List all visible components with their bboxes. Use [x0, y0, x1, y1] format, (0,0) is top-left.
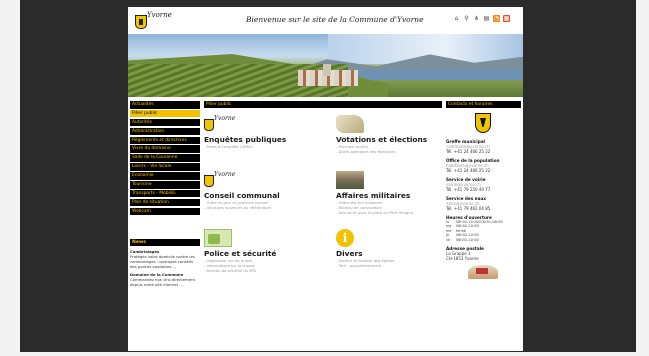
- main-navigation: Actualités Pilier public Autorités Administ…: [130, 101, 200, 217]
- crest-icon: [204, 119, 214, 131]
- print-icon[interactable]: ▤: [483, 15, 490, 22]
- nav-item[interactable]: Pilier public: [130, 109, 200, 118]
- news-item[interactable]: Domaine de la Commune Commandez nos vins …: [130, 272, 200, 287]
- home-icon[interactable]: ⌂: [453, 15, 460, 22]
- sitemap-icon[interactable]: ⋔: [473, 15, 480, 22]
- card-title-link[interactable]: Police et sécurité: [204, 249, 276, 258]
- card-title-link[interactable]: Votations et élections: [336, 135, 427, 144]
- contact-phone: Tél. +41 24 466 25 22: [446, 149, 491, 154]
- contact-section: Office de la population habitants@yvorne.…: [446, 158, 521, 173]
- news-item-text: Protégez votre domicile contre les cambr…: [130, 254, 195, 269]
- nav-item[interactable]: Salle de la Couronne: [130, 154, 200, 162]
- banner-castle: [323, 64, 331, 76]
- yvorne-logo-icon[interactable]: Yvorne: [204, 171, 236, 189]
- breadcrumb: Pilier public: [204, 101, 442, 108]
- news-item[interactable]: Cambriolages Protégez votre domicile cont…: [130, 249, 200, 269]
- nav-item[interactable]: Loisirs - Vie locale: [130, 163, 200, 171]
- crest-icon: [135, 15, 147, 29]
- card-links: - Législation sur les armes - Information…: [204, 259, 276, 274]
- contact-sections: Greffe municipal commune@yvorne.ch Tél. +4…: [446, 139, 521, 211]
- nav-item[interactable]: Actualités: [130, 101, 200, 109]
- contact-section: Service de voirie voirie@yvorne.ch Tél. +4…: [446, 177, 521, 192]
- map-icon[interactable]: ▦: [503, 15, 510, 22]
- news-box: News Cambriolages Protégez votre domicile…: [130, 239, 200, 287]
- content-card: Yvorne Conseil communal - Ordre du jour du…: [204, 171, 280, 211]
- crest-icon: [204, 175, 214, 187]
- card-links: - Horaire du battant des églises - Tarif …: [336, 259, 394, 269]
- content-card: Votations et élections - Prochain scrutin…: [336, 115, 427, 155]
- card-links: - Prochain scrutin - Droits politiques de…: [336, 145, 427, 155]
- nav-item[interactable]: Tourisme: [130, 181, 200, 189]
- card-links: - Ordre des tirs militaires - Tableau de …: [336, 201, 413, 216]
- opening-hours: Heures d'ouverture lu 08h30-11h30/13h30-1…: [446, 215, 521, 242]
- search-icon[interactable]: ⚲: [463, 15, 470, 22]
- contact-heading: Contacts et horaires: [446, 101, 521, 108]
- card-link[interactable]: - Tarif - assujettissement: [336, 264, 394, 269]
- commune-crest-icon: [475, 113, 491, 133]
- header-tools: ⌂ ⚲ ⋔ ▤ ◔ ▦: [453, 15, 510, 22]
- card-title-link[interactable]: Divers: [336, 249, 394, 258]
- news-items: Cambriolages Protégez votre domicile cont…: [130, 249, 200, 287]
- content-card: Affaires militaires - Ordre des tirs mili…: [336, 171, 413, 216]
- contact-phone: Tél. +41 79 250 40 77: [446, 187, 491, 192]
- card-title-link[interactable]: Conseil communal: [204, 191, 280, 200]
- nav-item[interactable]: Transports - MobiliG: [130, 189, 200, 198]
- bottom-edge: [0, 352, 649, 356]
- content-card: Police et sécurité - Législation sur les …: [204, 229, 276, 274]
- ballot-icon[interactable]: [336, 115, 364, 133]
- browser-frame: Yvorne Bienvenue sur le site de la Commu…: [0, 0, 649, 356]
- nav-item[interactable]: Règlements et directives: [130, 136, 200, 145]
- card-title-link[interactable]: Affaires militaires: [336, 191, 413, 200]
- card-link[interactable]: - Droits politiques des étrangers: [336, 150, 427, 155]
- address-line: CH-1853 Yvorne: [446, 256, 479, 262]
- news-heading: News: [130, 239, 200, 246]
- card-link[interactable]: - Mises à l'enquête CAMAC: [204, 145, 286, 150]
- postal-address: Adresse postale La Grappe 3 CH-1853 Yvor…: [446, 246, 521, 261]
- contact-column: Greffe municipal commune@yvorne.ch Tél. +4…: [446, 111, 521, 280]
- content-card: i Divers - Horaire du battant des églises -…: [336, 229, 394, 269]
- card-links: - Ordre du jour du prochain conseil - Déc…: [204, 201, 280, 211]
- nav-item[interactable]: Plan de situation: [130, 198, 200, 207]
- right-edge: [636, 0, 649, 356]
- card-links: - Mises à l'enquête CAMAC: [204, 145, 286, 150]
- logo-text: Yvorne: [147, 11, 172, 19]
- nav-item[interactable]: Economie: [130, 172, 200, 180]
- banner-image: [128, 34, 523, 97]
- site-header: Yvorne Bienvenue sur le site de la Commu…: [128, 7, 523, 34]
- nav-item[interactable]: Autorités: [130, 118, 200, 127]
- footer-logo[interactable]: [468, 265, 498, 280]
- nav-item[interactable]: Webcam: [130, 207, 200, 216]
- card-link[interactable]: - Décisions soumises au référendum: [204, 206, 280, 211]
- card-link[interactable]: - Bulletin de sécurité du BPA: [204, 269, 276, 274]
- hours-day: ve: [446, 237, 451, 242]
- police-logo-icon[interactable]: [204, 229, 232, 247]
- info-icon[interactable]: i: [336, 229, 354, 247]
- card-link[interactable]: - Avis de tir pour la place du Petit Hon…: [336, 211, 413, 216]
- logo-text: Yvorne: [214, 171, 236, 178]
- contact-phone: Tél. +41 24 466 25 22: [446, 168, 491, 173]
- nav-item[interactable]: Vivre du domaine: [130, 145, 200, 153]
- rss-icon[interactable]: ◔: [493, 15, 500, 22]
- card-title-link[interactable]: Enquêtes publiques: [204, 135, 286, 144]
- site-logo[interactable]: Yvorne: [135, 11, 179, 31]
- left-edge: [0, 0, 20, 356]
- hours-time: 08h30-11h30: [456, 237, 479, 242]
- nav-item[interactable]: Administration: [130, 127, 200, 136]
- content-card: Yvorne Enquêtes publiques - Mises à l'enqu…: [204, 115, 286, 150]
- yvorne-logo-icon[interactable]: Yvorne: [204, 115, 236, 133]
- site-title: Bienvenue sur le site de la Commune d'Yv…: [246, 15, 424, 24]
- contact-section: Greffe municipal commune@yvorne.ch Tél. +4…: [446, 139, 521, 154]
- contact-section: Service des eaux eaux@yvorne.ch Tél. +41 7…: [446, 196, 521, 211]
- news-item-text: Commandez nos vins directement depuis no…: [130, 277, 195, 287]
- logo-text: Yvorne: [214, 115, 236, 122]
- web-page: Yvorne Bienvenue sur le site de la Commu…: [128, 7, 523, 351]
- contact-phone: Tél. +41 79 462 04 85: [446, 206, 491, 211]
- military-photo[interactable]: [336, 171, 364, 189]
- hours-table: lu 08h30-11h30/13h30-16h30 ma 08h30-11h30 me…: [446, 220, 521, 242]
